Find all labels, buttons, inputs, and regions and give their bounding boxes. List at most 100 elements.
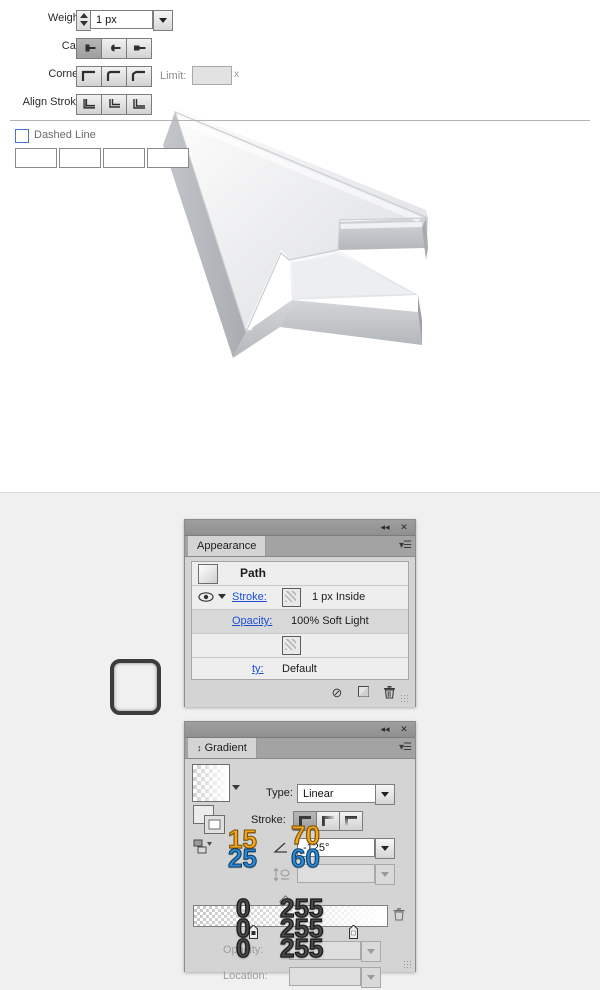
collapse-icon[interactable]: ◂◂ [377, 520, 393, 535]
angle-icon [273, 841, 289, 857]
dashed-line-checkbox[interactable] [15, 129, 29, 143]
miter-join-icon[interactable] [76, 66, 102, 87]
weight-dropdown-icon[interactable] [153, 10, 173, 31]
round-cap-icon[interactable] [101, 38, 127, 59]
expand-stroke-icon[interactable] [218, 594, 226, 599]
delete-item-icon[interactable] [381, 685, 397, 701]
appearance-list[interactable]: Path Stroke: 1 px Inside Opacity: 100% S… [191, 561, 409, 680]
opacity-default-value: Default [282, 663, 317, 675]
bevel-join-icon[interactable] [126, 66, 152, 87]
dash-input-2[interactable] [103, 148, 145, 168]
weight-stepper[interactable] [76, 10, 91, 31]
tab-appearance[interactable]: Appearance [188, 536, 267, 556]
gradient-location-chevron-icon[interactable] [361, 967, 381, 988]
fill-color-swatch[interactable] [282, 636, 301, 655]
angle-chevron-icon[interactable] [375, 838, 395, 859]
appearance-titlebar[interactable]: ◂◂ ✕ [185, 520, 415, 536]
fill-stroke-toggle-icon[interactable] [193, 805, 227, 835]
gradient-titlebar[interactable]: ◂◂ ✕ [185, 722, 415, 738]
gradient-opacity-chevron-icon[interactable] [361, 941, 381, 962]
no-effect-icon[interactable]: ⊘ [329, 685, 345, 701]
path-swatch[interactable] [198, 564, 218, 584]
cap-label: Cap: [61, 40, 85, 52]
tab-gradient-label: Gradient [204, 742, 247, 754]
appearance-toolbar[interactable]: ⊘ [191, 685, 409, 703]
close-icon[interactable]: ✕ [396, 520, 412, 535]
butt-cap-icon[interactable] [76, 38, 102, 59]
panel-menu-icon[interactable]: ▾☰ [399, 539, 412, 552]
stroke-options-panel[interactable]: Weight: 1 px Cap: Corner: Limit: x Align… [0, 0, 590, 168]
appearance-row-opacity-default[interactable]: ty: Default [192, 658, 408, 681]
gradient-tabrow[interactable]: ↕ Gradient ▾☰ [185, 738, 415, 759]
angle-input[interactable]: -125° [297, 838, 375, 857]
limit-suffix: x [234, 69, 239, 80]
stroke-value: 1 px Inside [312, 591, 366, 603]
duplicate-item-icon[interactable] [355, 685, 371, 701]
collapse-icon[interactable]: ◂◂ [377, 722, 393, 737]
opacity-link[interactable]: Opacity: [232, 615, 272, 627]
gradient-stop-2[interactable] [349, 924, 358, 939]
gradient-location-label: Location: [223, 970, 268, 982]
gap-input-1[interactable] [59, 148, 101, 168]
resize-grip[interactable] [400, 694, 409, 703]
close-icon[interactable]: ✕ [396, 722, 412, 737]
align-center-icon[interactable] [76, 94, 102, 115]
reverse-gradient-icon[interactable] [193, 839, 215, 855]
gradient-panel[interactable]: ◂◂ ✕ ↕ Gradient ▾☰ Type: Linear Stroke: … [184, 721, 416, 988]
appearance-row-opacity[interactable]: Opacity: 100% Soft Light [192, 610, 408, 634]
align-stroke-label: Align Stroke: [22, 96, 85, 108]
appearance-tabrow[interactable]: Appearance ▾☰ [185, 536, 415, 557]
appearance-panel[interactable]: ◂◂ ✕ Appearance ▾☰ Path Stroke: 1 px Ins… [184, 519, 416, 707]
appearance-row-path[interactable]: Path [192, 562, 408, 586]
corner-selection-highlight [110, 659, 161, 715]
stroke-align-row[interactable]: Align Stroke: [0, 92, 237, 115]
weight-input[interactable]: 1 px [90, 10, 153, 29]
opacity-default-link[interactable]: ty: [252, 663, 264, 675]
appearance-row-stroke[interactable]: Stroke: 1 px Inside [192, 586, 408, 610]
round-join-icon[interactable] [101, 66, 127, 87]
gradient-opacity-input[interactable] [289, 941, 361, 960]
align-inside-icon[interactable] [101, 94, 127, 115]
tab-gradient[interactable]: ↕ Gradient [188, 738, 257, 758]
aspect-ratio-chevron-icon[interactable] [375, 864, 395, 885]
stroke-corner-row[interactable]: Corner: Limit: x [0, 64, 239, 87]
stroke-link[interactable]: Stroke: [232, 591, 267, 603]
gradient-slider-bar[interactable] [193, 905, 388, 927]
tab-toggle-icon: ↕ [197, 743, 202, 753]
dash-input-1[interactable] [15, 148, 57, 168]
aspect-ratio-icon [273, 867, 291, 885]
gradient-stop-1[interactable] [249, 924, 258, 939]
gradient-preview-swatch[interactable] [192, 764, 230, 802]
limit-label: Limit: [160, 70, 187, 82]
visibility-eye-icon[interactable] [198, 590, 214, 604]
gap-input-2[interactable] [147, 148, 189, 168]
corner-label: Corner: [48, 68, 85, 80]
appearance-body: Path Stroke: 1 px Inside Opacity: 100% S… [185, 557, 415, 707]
stroke-cap-row[interactable]: Cap: [0, 36, 237, 59]
gradient-presets-chevron-icon[interactable] [232, 785, 240, 790]
resize-grip[interactable] [403, 960, 412, 969]
aspect-ratio-input[interactable] [297, 864, 375, 883]
gradient-along-stroke-icon[interactable] [316, 811, 340, 831]
delete-stop-icon[interactable] [393, 907, 405, 924]
projecting-cap-icon[interactable] [126, 38, 152, 59]
opacity-value: 100% Soft Light [291, 615, 369, 627]
gradient-stroke-label: Stroke: [251, 814, 286, 826]
panel-menu-icon[interactable]: ▾☰ [399, 741, 412, 754]
dashed-line-label: Dashed Line [34, 129, 96, 141]
stroke-weight-row[interactable]: Weight: 1 px [0, 8, 237, 31]
type-label: Type: [266, 787, 293, 799]
stroke-color-swatch[interactable] [282, 588, 301, 607]
dash-inputs-row[interactable] [0, 148, 237, 171]
dashed-line-row[interactable]: Dashed Line [0, 126, 237, 149]
appearance-object-label: Path [240, 566, 267, 580]
align-outside-icon[interactable] [126, 94, 152, 115]
gradient-type-chevron-icon[interactable] [375, 784, 395, 805]
gradient-location-input[interactable] [289, 967, 361, 986]
gradient-opacity-label: Opacity: [223, 944, 264, 956]
gradient-within-stroke-icon[interactable] [293, 811, 317, 831]
gradient-across-stroke-icon[interactable] [339, 811, 363, 831]
limit-input[interactable] [192, 66, 232, 85]
appearance-row-fill[interactable] [192, 634, 408, 658]
stroke-panel-divider [10, 120, 590, 121]
